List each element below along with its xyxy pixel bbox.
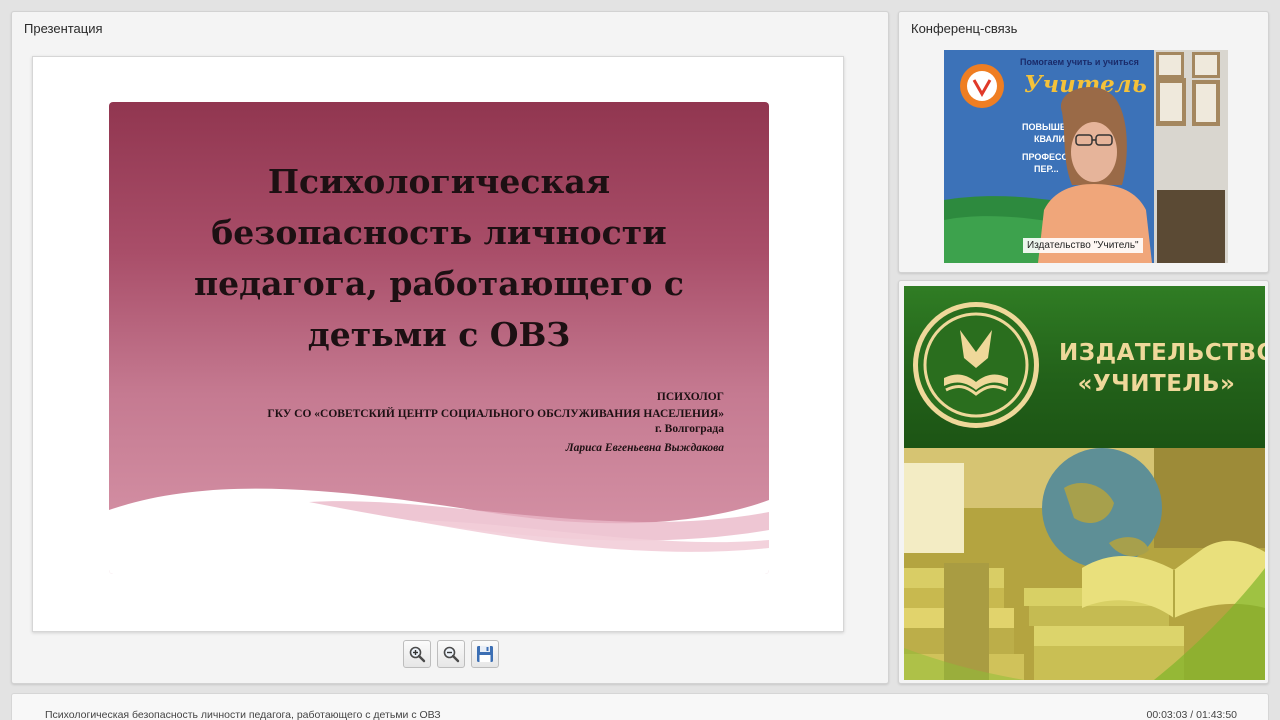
playback-time: 00:03:03 / 01:43:50 bbox=[1146, 709, 1238, 720]
zoom-in-button[interactable] bbox=[403, 640, 431, 668]
conference-panel: Конференц-связь Помогаем учить и учиться… bbox=[898, 11, 1269, 273]
publisher-name-line2: «УЧИТЕЛЬ» bbox=[1077, 371, 1236, 397]
publisher-banner-panel: ИЗДАТЕЛЬСТВО «УЧИТЕЛЬ» bbox=[898, 280, 1269, 684]
webcam-video[interactable]: Помогаем учить и учиться Учитель ПОВЫШЕН… bbox=[944, 50, 1228, 263]
slide-viewport[interactable]: Психологическая безопасность личности пе… bbox=[32, 56, 844, 632]
slide-role: ПСИХОЛОГ bbox=[656, 391, 724, 403]
slide-author: Лариса Евгеньевна Выждакова bbox=[565, 442, 724, 454]
slide-organization: ГКУ СО «СОВЕТСКИЙ ЦЕНТР СОЦИАЛЬНОГО ОБСЛ… bbox=[267, 408, 724, 435]
publisher-name-line1: ИЗДАТЕЛЬСТВО bbox=[1059, 340, 1265, 366]
presentation-panel-title: Презентация bbox=[24, 21, 103, 36]
publisher-name: ИЗДАТЕЛЬСТВО «УЧИТЕЛЬ» bbox=[1059, 338, 1265, 400]
status-bar: Психологическая безопасность личности пе… bbox=[11, 693, 1269, 720]
video-caption: Издательство "Учитель" bbox=[1023, 238, 1143, 253]
banner-books-image bbox=[904, 448, 1265, 680]
presentation-title-status: Психологическая безопасность личности пе… bbox=[45, 709, 441, 720]
zoom-out-button[interactable] bbox=[437, 640, 465, 668]
conference-panel-title: Конференц-связь bbox=[911, 21, 1018, 36]
slide-title: Психологическая безопасность личности пе… bbox=[193, 162, 684, 354]
slide-toolbar bbox=[403, 640, 499, 668]
publisher-banner: ИЗДАТЕЛЬСТВО «УЧИТЕЛЬ» bbox=[904, 286, 1265, 680]
publisher-logo-icon bbox=[913, 302, 1039, 428]
zoom-out-icon bbox=[443, 646, 460, 663]
banner-header: ИЗДАТЕЛЬСТВО «УЧИТЕЛЬ» bbox=[904, 286, 1265, 448]
backdrop-slogan-text: Помогаем учить и учиться bbox=[1020, 57, 1139, 67]
floppy-disk-icon bbox=[477, 646, 493, 662]
webcam-scene: Помогаем учить и учиться Учитель ПОВЫШЕН… bbox=[944, 50, 1228, 263]
zoom-in-icon bbox=[409, 646, 426, 663]
save-button[interactable] bbox=[471, 640, 499, 668]
presentation-panel: Презентация Психологическая безопасность… bbox=[11, 11, 889, 684]
slide: Психологическая безопасность личности пе… bbox=[109, 102, 769, 574]
backdrop-bullet-4: ПЕР... bbox=[1034, 164, 1059, 174]
